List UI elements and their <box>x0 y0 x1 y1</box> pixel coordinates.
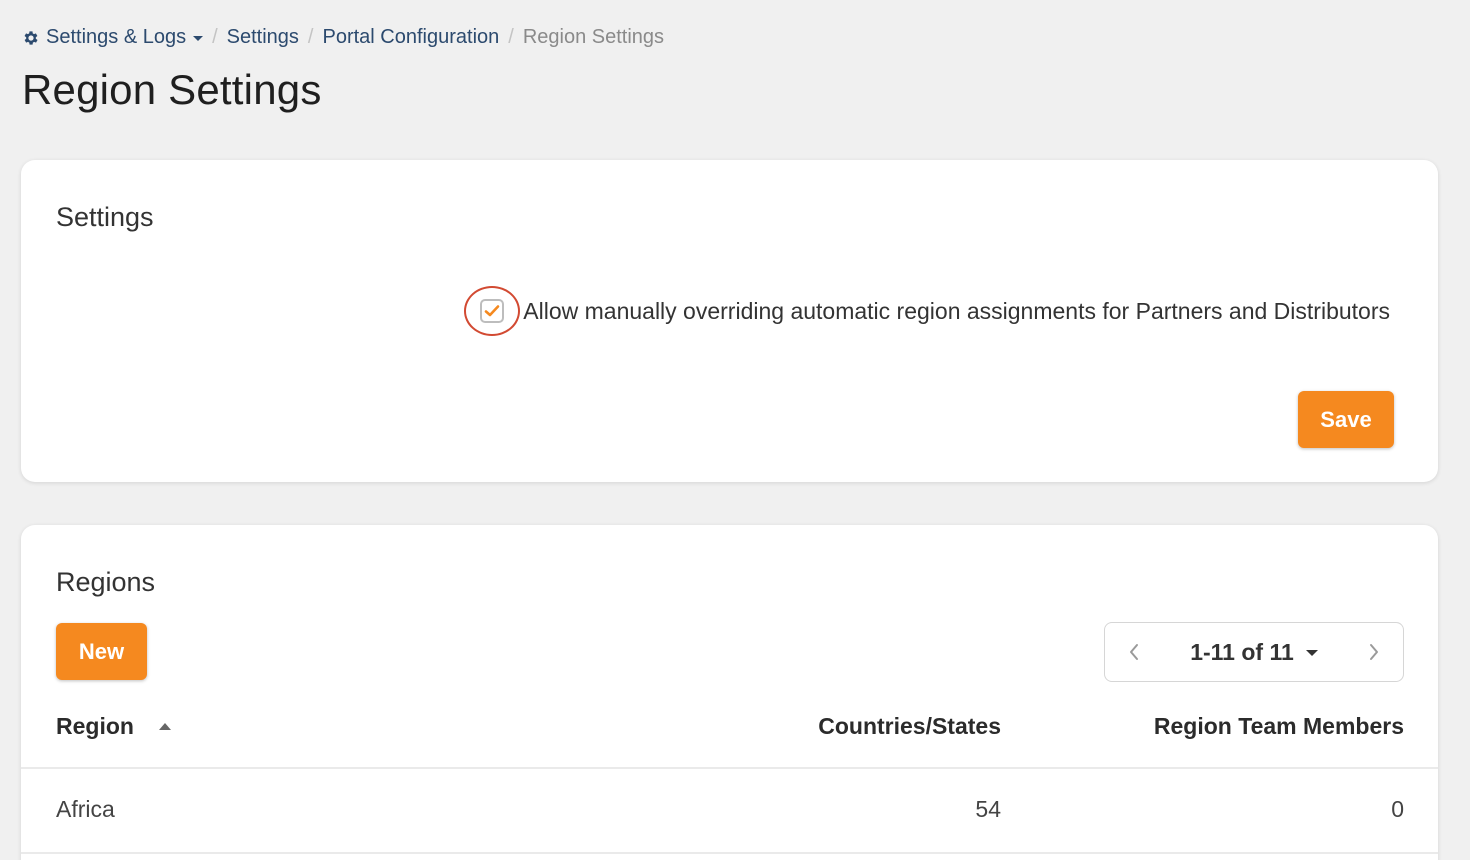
override-checkbox[interactable] <box>480 299 505 323</box>
pagination-dropdown[interactable]: 1-11 of 11 <box>1190 639 1318 666</box>
override-checkbox-label: Allow manually overriding automatic regi… <box>523 297 1390 324</box>
breadcrumb-separator: / <box>212 26 218 48</box>
breadcrumb-separator: / <box>508 26 514 48</box>
table-header: Region Countries/States Region Team Memb… <box>21 705 1438 769</box>
highlight-ring <box>464 286 521 336</box>
settings-card: Settings Allow manually overriding autom… <box>21 160 1438 482</box>
gear-icon <box>24 30 38 45</box>
caret-down-icon <box>1305 650 1318 656</box>
regions-card-title: Regions <box>56 567 156 597</box>
sort-asc-icon <box>158 723 171 730</box>
breadcrumb-item-portal-configuration[interactable]: Portal Configuration <box>322 26 499 49</box>
pagination-label: 1-11 of 11 <box>1190 638 1294 665</box>
settings-card-title: Settings <box>56 202 154 232</box>
column-header-region[interactable]: Region <box>56 713 171 740</box>
page-title: Region Settings <box>22 66 322 113</box>
table-row[interactable]: Africa 54 0 <box>21 769 1438 854</box>
breadcrumb-root-label: Settings & Logs <box>46 26 187 48</box>
cell-members: 0 <box>1391 796 1404 822</box>
breadcrumb-item-settings[interactable]: Settings <box>227 26 299 49</box>
check-icon <box>484 305 500 317</box>
override-checkbox-row[interactable]: Allow manually overriding automatic regi… <box>464 286 1390 336</box>
cell-countries: 54 <box>975 796 1001 822</box>
breadcrumb-current: Region Settings <box>522 26 665 48</box>
column-header-region-label: Region <box>56 713 134 739</box>
breadcrumb-separator: / <box>307 26 314 48</box>
pagination: 1-11 of 11 <box>1104 622 1404 682</box>
breadcrumb: Settings & Logs / Settings / Portal Conf… <box>22 26 664 49</box>
chevron-left-icon[interactable] <box>1127 642 1141 662</box>
column-header-members[interactable]: Region Team Members <box>1154 713 1404 740</box>
column-header-countries[interactable]: Countries/States <box>818 713 1001 740</box>
caret-down-icon <box>193 36 204 41</box>
breadcrumb-root[interactable]: Settings & Logs <box>22 26 204 49</box>
save-button[interactable]: Save <box>1298 391 1394 448</box>
cell-region[interactable]: Africa <box>56 796 115 823</box>
regions-card: Regions New 1-11 of 11 Region Countries/… <box>21 525 1438 860</box>
new-region-button[interactable]: New <box>56 623 147 680</box>
chevron-right-icon[interactable] <box>1367 642 1381 662</box>
